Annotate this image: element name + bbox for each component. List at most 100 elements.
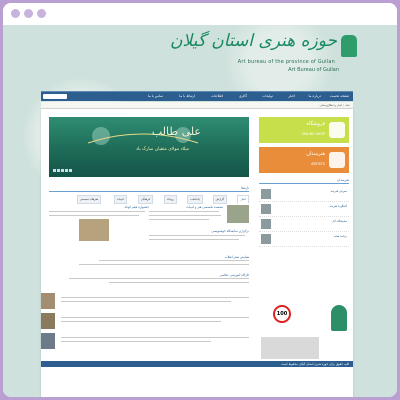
text-line [109, 282, 249, 284]
artist-icon [329, 152, 345, 168]
pager-dot[interactable] [65, 169, 68, 172]
news-thumbnail[interactable] [79, 219, 109, 241]
text-line [61, 337, 249, 339]
list-item-title[interactable]: کارگاه آموزشی عکاسی [220, 273, 249, 277]
footer-text: کلیه حقوق برای حوزه هنری استان گیلان محف… [281, 362, 349, 366]
text-line [149, 219, 209, 221]
side-section-header: هنرمندان [259, 177, 349, 184]
news-title[interactable]: جشنواره فیلم کوتاه [125, 205, 149, 209]
side-list: معرفی هنرمند گفتگو با هنرمند نمایشگاه آث… [259, 187, 349, 247]
sidebar-promos: فروشگاه ONLINE SHOP هنرمندان ARTISTS [259, 117, 349, 177]
promo-subtitle: ARTISTS [311, 162, 325, 166]
text-line [79, 264, 249, 266]
side-item-title[interactable]: نمایشگاه آثار [332, 219, 347, 223]
tab-culture[interactable]: فرهنگی [137, 195, 153, 204]
list-item[interactable]: همایش شعر انقلاب [49, 255, 249, 269]
logo-icon [341, 35, 357, 57]
speed-sign-icon[interactable]: 100 [273, 305, 291, 323]
side-list-item[interactable]: گفتگو با هنرمند [259, 202, 349, 217]
news-thumbnail[interactable] [41, 293, 55, 309]
tab-report[interactable]: گزارش [212, 195, 227, 204]
artists-banner[interactable]: هنرمندان ARTISTS [259, 147, 349, 173]
promo-title: فروشگاه [306, 121, 325, 127]
text-line [49, 215, 139, 217]
logo-subtitle: Art bureau of the province of Guilan [237, 59, 335, 65]
text-line [149, 235, 245, 237]
window-control-dot[interactable] [37, 9, 46, 18]
avatar [261, 219, 271, 229]
text-line [61, 341, 211, 343]
avatar [261, 204, 271, 214]
pager-dot[interactable] [69, 169, 72, 172]
text-line [61, 321, 221, 323]
nav-item-gallery[interactable]: گالری [237, 92, 249, 101]
pager-dot[interactable] [57, 169, 60, 172]
cart-icon [329, 122, 345, 138]
footer-bar: کلیه حقوق برای حوزه هنری استان گیلان محف… [41, 361, 353, 367]
gray-widget [261, 337, 319, 359]
window-control-dot[interactable] [24, 9, 33, 18]
tab-literature[interactable]: ادبیات [113, 195, 127, 204]
leaf-logo-icon[interactable] [331, 305, 347, 331]
side-list-item[interactable]: معرفی هنرمند [259, 187, 349, 202]
site-logo[interactable]: حوزه هنری استان گیلان Art bureau of the … [170, 29, 359, 83]
search-input[interactable] [43, 93, 67, 99]
side-item-title[interactable]: گفتگو با هنرمند [329, 204, 347, 208]
site-header: حوزه هنری استان گیلان Art bureau of the … [3, 25, 397, 87]
promo-title: هنرمندان [306, 151, 325, 157]
text-line [149, 211, 219, 213]
pager-dot[interactable] [53, 169, 56, 172]
side-list-item[interactable]: نمایشگاه آثار [259, 217, 349, 232]
nav-item-products[interactable]: تولیدات [260, 92, 275, 101]
pager-dot[interactable] [61, 169, 64, 172]
window-control-dot[interactable] [11, 9, 20, 18]
logo-title: حوزه هنری استان گیلان [169, 31, 337, 51]
side-item-title[interactable]: معرفی هنرمند [330, 189, 347, 193]
news-title[interactable]: نشست تخصصی هنر و ادبیات [186, 205, 223, 209]
nav-item-news[interactable]: اخبار [286, 92, 297, 101]
side-item-title[interactable]: برنامه هفته [334, 234, 347, 238]
text-line [61, 301, 231, 303]
window-titlebar [3, 3, 397, 26]
nav-item-links[interactable]: ارتباط با ما [177, 92, 197, 101]
nav-item-contact[interactable]: تماس با ما [146, 92, 165, 101]
text-line [69, 278, 249, 280]
main-navbar: صفحه نخست درباره ما اخبار تولیدات گالری … [41, 91, 353, 101]
web-page: حوزه هنری استان گیلان Art bureau of the … [3, 25, 397, 397]
text-line [149, 239, 239, 241]
banner-caption: میلاد مولای متقیان مبارک باد [135, 147, 189, 152]
news-thumbnail[interactable] [41, 313, 55, 329]
online-shop-banner[interactable]: فروشگاه ONLINE SHOP [259, 117, 349, 143]
tab-note[interactable]: یادداشت [187, 195, 203, 204]
banner-slideshow[interactable]: علی طالب میلاد مولای متقیان مبارک باد [49, 117, 249, 177]
banner-title: علی طالب [151, 125, 201, 138]
list-item[interactable]: کارگاه آموزشی عکاسی [49, 273, 249, 287]
news-title[interactable]: برگزاری نمایشگاه خوشنویسی [211, 229, 249, 233]
logo-subtitle-2: Art Bureau of Guilan [288, 67, 339, 73]
browser-window: حوزه هنری استان گیلان Art bureau of the … [3, 3, 397, 397]
speed-label: 100 [276, 311, 288, 317]
news-section-header: تازه‌ها [49, 185, 249, 192]
main-content: علی طالب میلاد مولای متقیان مبارک باد فر… [41, 109, 353, 397]
nav-item-about[interactable]: درباره ما [307, 92, 323, 101]
list-item-title[interactable]: همایش شعر انقلاب [225, 255, 249, 259]
text-line [149, 215, 221, 217]
news-tabs: اخبار گزارش یادداشت رویداد فرهنگی ادبیات… [49, 195, 249, 204]
promo-subtitle: ONLINE SHOP [301, 132, 325, 136]
nav-item-info[interactable]: اطلاعات [209, 92, 225, 101]
breadcrumb-text[interactable]: خانه › اخبار و اطلاع‌رسانی [320, 102, 350, 108]
side-list-item[interactable]: برنامه هفته [259, 232, 349, 247]
news-thumbnail[interactable] [41, 333, 55, 349]
breadcrumb: خانه › اخبار و اطلاع‌رسانی [41, 102, 353, 109]
text-line [99, 260, 249, 262]
nav-item-home[interactable]: صفحه نخست [328, 92, 351, 101]
tab-news[interactable]: اخبار [237, 195, 249, 204]
text-line [49, 211, 145, 213]
news-thumbnail[interactable] [227, 205, 249, 223]
banner-pager [53, 169, 73, 173]
text-line [61, 297, 249, 299]
avatar [261, 189, 271, 199]
avatar [261, 234, 271, 244]
tab-event[interactable]: رویداد [164, 195, 177, 204]
tab-visual-arts[interactable]: هنرهای تجسمی [76, 195, 101, 204]
